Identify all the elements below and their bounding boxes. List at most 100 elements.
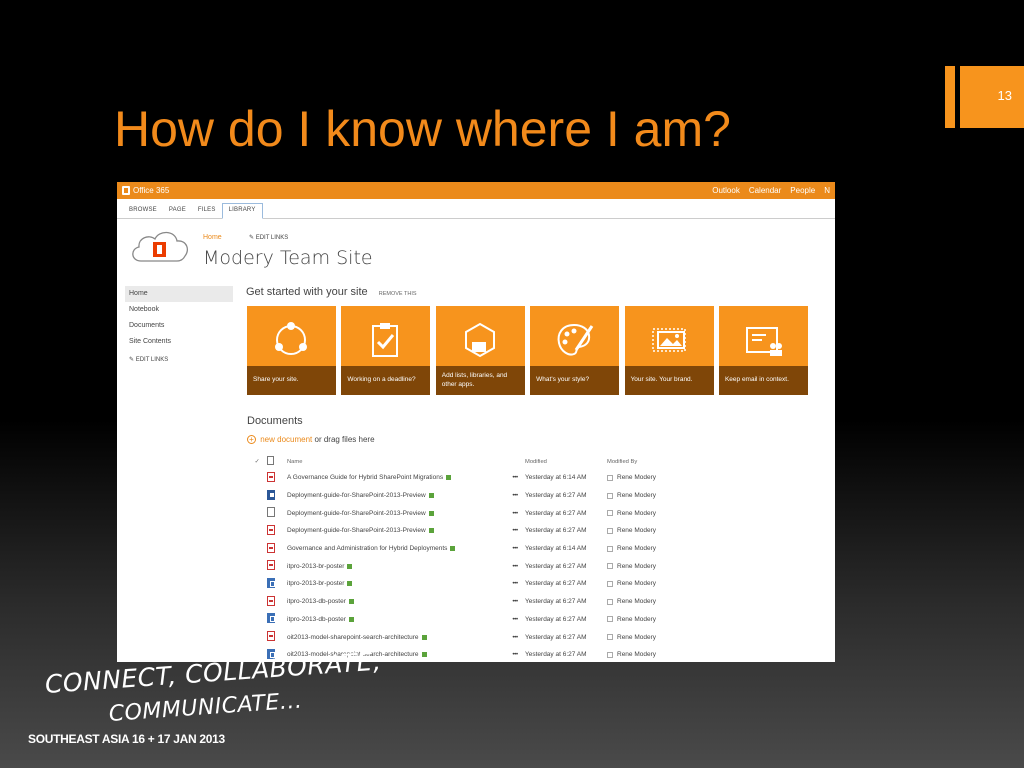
ellipsis-menu-icon[interactable]: ••• xyxy=(505,598,525,605)
suite-link-newsfeed[interactable]: N xyxy=(824,186,830,195)
document-name-link[interactable]: A Governance Guide for Hybrid SharePoint… xyxy=(287,474,443,481)
presence-icon xyxy=(607,492,613,499)
modified-date: Yesterday at 6:27 AM xyxy=(525,527,587,535)
modified-by-link[interactable]: Rene Modery xyxy=(617,580,656,587)
tile-deadline[interactable]: Working on a deadline? xyxy=(341,306,431,395)
document-name-link[interactable]: itpro-2013-br-poster xyxy=(287,580,344,587)
ellipsis-menu-icon[interactable]: ••• xyxy=(505,580,525,587)
ellipsis-menu-icon[interactable]: ••• xyxy=(505,510,525,517)
new-document-plus-icon[interactable]: + xyxy=(247,435,256,445)
table-row[interactable]: itpro-2013-br-poster ••• Yesterday at 6:27… xyxy=(247,557,827,575)
document-name-link[interactable]: itpro-2013-br-poster xyxy=(287,563,344,570)
table-row[interactable]: Governance and Administration for Hybrid… xyxy=(247,540,827,558)
modified-by-link[interactable]: Rene Modery xyxy=(617,492,656,499)
document-name-link[interactable]: Deployment-guide-for-SharePoint-2013-Pre… xyxy=(287,527,426,534)
document-name-link[interactable]: Deployment-guide-for-SharePoint-2013-Pre… xyxy=(287,510,426,517)
table-row[interactable]: itpro-2013-br-poster ••• Yesterday at 6:27… xyxy=(247,575,827,593)
pdf-file-icon xyxy=(267,524,275,535)
ellipsis-menu-icon[interactable]: ••• xyxy=(505,545,525,552)
edit-links-top-label: EDIT LINKS xyxy=(255,235,289,241)
pdf-file-icon xyxy=(267,631,275,642)
table-row[interactable]: itpro-2013-db-poster ••• Yesterday at 6:27… xyxy=(247,593,827,611)
tile-email[interactable]: Keep email in context. xyxy=(718,306,808,395)
doc-type-header-icon[interactable] xyxy=(267,456,287,467)
file-file-icon xyxy=(267,507,275,518)
remove-this-link[interactable]: REMOVE THIS xyxy=(379,291,417,297)
table-row[interactable]: itpro-2013-db-poster ••• Yesterday at 6:27… xyxy=(247,611,827,629)
modified-by-link[interactable]: Rene Modery xyxy=(617,616,656,623)
column-header-name[interactable]: Name xyxy=(287,459,505,465)
modified-by-link[interactable]: Rene Modery xyxy=(617,651,656,658)
nav-item-site-contents[interactable]: Site Contents xyxy=(125,334,233,350)
column-header-modified[interactable]: Modified xyxy=(525,459,607,465)
tile-label: Your site. Your brand. xyxy=(624,366,714,395)
table-row[interactable]: Deployment-guide-for-SharePoint-2013-Pre… xyxy=(247,504,827,522)
modified-by-link[interactable]: Rene Modery xyxy=(617,545,656,552)
breadcrumb-home[interactable]: Home xyxy=(203,234,222,241)
modified-by-link[interactable]: Rene Modery xyxy=(617,527,656,534)
documents-heading[interactable]: Documents xyxy=(247,415,303,427)
document-name-link[interactable]: itpro-2013-db-poster xyxy=(287,616,346,623)
site-title[interactable]: Modery Team Site xyxy=(203,247,373,269)
get-started-title: Get started with your site xyxy=(246,286,368,298)
pdf-file-icon xyxy=(267,471,275,482)
site-logo-cloud-icon[interactable] xyxy=(129,228,191,264)
document-name-link[interactable]: oit2013-model-sharepoint-search-architec… xyxy=(287,634,419,641)
tile-label: Keep email in context. xyxy=(718,366,808,395)
ellipsis-menu-icon[interactable]: ••• xyxy=(505,492,525,499)
suite-link-people[interactable]: People xyxy=(790,186,815,195)
select-all-check-icon[interactable]: ✓ xyxy=(247,459,267,465)
ellipsis-menu-icon[interactable]: ••• xyxy=(505,616,525,623)
word-file-icon xyxy=(267,489,275,500)
modified-by-link[interactable]: Rene Modery xyxy=(617,598,656,605)
modified-date: Yesterday at 6:14 AM xyxy=(525,545,587,553)
tile-label: Add lists, libraries, and other apps. xyxy=(435,366,525,395)
tab-browse[interactable]: BROWSE xyxy=(123,207,163,218)
get-started-heading: Get started with your site REMOVE THIS xyxy=(246,286,417,298)
tab-page[interactable]: PAGE xyxy=(163,207,192,218)
nav-item-notebook[interactable]: Notebook xyxy=(125,302,233,318)
document-name-link[interactable]: itpro-2013-db-poster xyxy=(287,598,346,605)
new-status-icon xyxy=(428,510,434,516)
table-row[interactable]: Deployment-guide-for-SharePoint-2013-Pre… xyxy=(247,522,827,540)
tab-files[interactable]: FILES xyxy=(192,207,222,218)
modified-by-link[interactable]: Rene Modery xyxy=(617,474,656,481)
tile-share-site[interactable]: Share your site. xyxy=(247,306,336,395)
share-circle-icon xyxy=(275,322,307,355)
new-status-icon xyxy=(421,652,427,658)
document-name-link[interactable]: Governance and Administration for Hybrid… xyxy=(287,545,447,552)
ellipsis-menu-icon[interactable]: ••• xyxy=(505,563,525,570)
new-status-icon xyxy=(348,599,354,605)
column-header-modified-by[interactable]: Modified By xyxy=(607,459,707,465)
palette-icon xyxy=(557,323,594,356)
suite-link-outlook[interactable]: Outlook xyxy=(712,186,740,195)
new-document-link[interactable]: new document xyxy=(260,435,312,444)
table-row[interactable]: oit2013-model-sharepoint-search-architec… xyxy=(247,628,827,646)
ellipsis-menu-icon[interactable]: ••• xyxy=(505,634,525,641)
nav-item-documents[interactable]: Documents xyxy=(125,318,233,334)
table-row[interactable]: A Governance Guide for Hybrid SharePoint… xyxy=(247,469,827,487)
ellipsis-menu-icon[interactable]: ••• xyxy=(505,474,525,481)
edit-links-top[interactable]: ✎ EDIT LINKS xyxy=(249,234,288,241)
suite-brand[interactable]: Office 365 xyxy=(133,186,169,195)
tile-style[interactable]: What's your style? xyxy=(530,306,620,395)
presence-icon xyxy=(607,634,613,641)
ellipsis-menu-icon[interactable]: ••• xyxy=(505,527,525,534)
tile-add-apps[interactable]: Add lists, libraries, and other apps. xyxy=(435,306,525,395)
nav-item-home[interactable]: Home xyxy=(125,286,233,302)
get-started-tiles: Share your site. Working on a deadline? … xyxy=(247,306,813,395)
table-row[interactable]: Deployment-guide-for-SharePoint-2013-Pre… xyxy=(247,487,827,505)
document-name-link[interactable]: Deployment-guide-for-SharePoint-2013-Pre… xyxy=(287,492,426,499)
modified-by-link[interactable]: Rene Modery xyxy=(617,634,656,641)
tab-library[interactable]: LIBRARY xyxy=(221,203,263,219)
new-status-icon xyxy=(347,581,353,587)
nav-edit-links[interactable]: ✎ EDIT LINKS xyxy=(125,356,233,363)
modified-by-link[interactable]: Rene Modery xyxy=(617,563,656,570)
ellipsis-menu-icon[interactable]: ••• xyxy=(505,651,525,658)
suite-link-calendar[interactable]: Calendar xyxy=(749,186,781,195)
tile-brand[interactable]: Your site. Your brand. xyxy=(624,306,714,395)
tile-label: Working on a deadline? xyxy=(341,366,431,395)
presence-icon xyxy=(607,527,613,534)
modified-by-link[interactable]: Rene Modery xyxy=(617,510,656,517)
quick-launch-nav: Home Notebook Documents Site Contents ✎ … xyxy=(125,286,233,363)
